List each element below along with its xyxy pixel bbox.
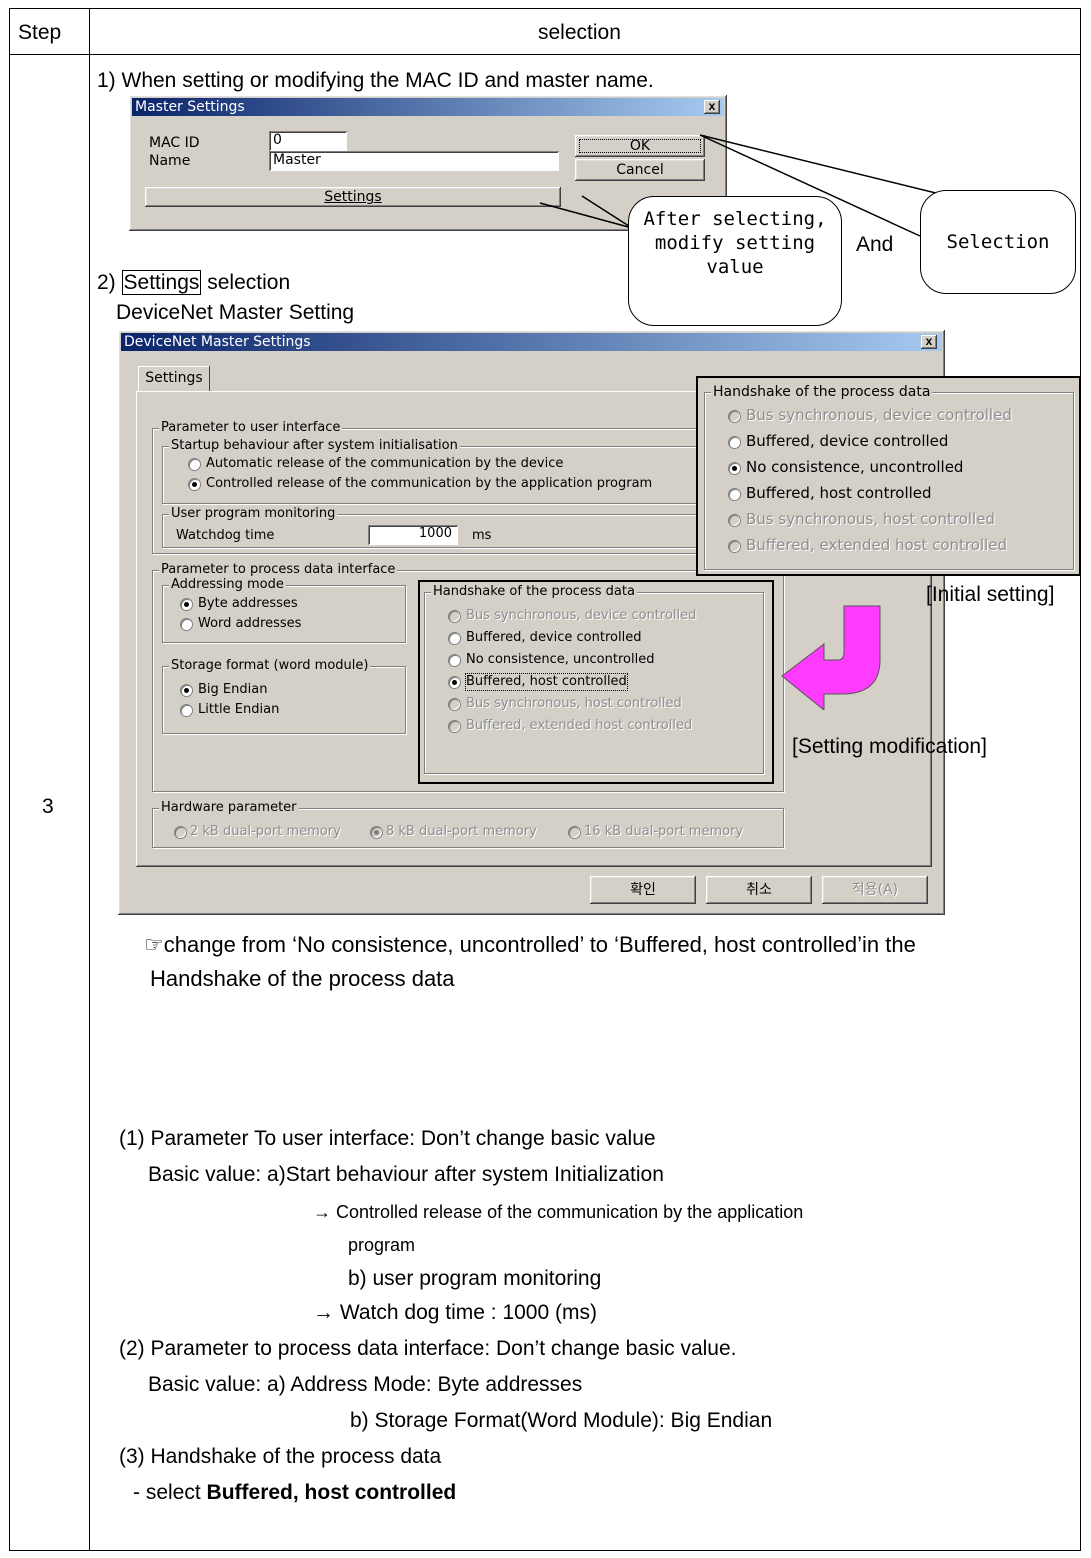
watchdog-input[interactable]: 1000 (368, 525, 458, 545)
group-hardware-title: Hardware parameter (159, 800, 299, 816)
note-p1b: → Controlled release of the communicatio… (313, 1202, 804, 1222)
handshake-option-3: No consistence, uncontrolled (466, 652, 655, 667)
startup-option-2: Controlled release of the communication … (206, 476, 653, 491)
initial-option-1: Bus synchronous, device controlled (746, 406, 1012, 424)
handshake-option-2: Buffered, device controlled (466, 630, 642, 645)
initial-option-5: Bus synchronous, host controlled (746, 510, 995, 528)
note-change-line1: ☞change from ‘No consistence, uncontroll… (144, 932, 916, 957)
hw-option-2: 8 kB dual-port memory (386, 824, 537, 839)
callout-selection: Selection (920, 190, 1076, 294)
storage-radio-2[interactable] (180, 704, 193, 717)
group-process-title: Parameter to process data interface (159, 562, 398, 578)
handshake-radio-3[interactable] (448, 654, 461, 667)
initial-radio-3 (728, 462, 741, 475)
hw-radio-1[interactable] (174, 826, 187, 839)
handshake-option-6: Buffered, extended host controlled (466, 718, 693, 733)
initial-radio-4 (728, 488, 741, 501)
group-addressing-title: Addressing mode (169, 577, 286, 593)
initial-handshake-title: Handshake of the process data (711, 384, 933, 400)
callout-modify: After selecting, modify setting value (628, 196, 842, 326)
note-p3a-bold: Buffered, host controlled (206, 1481, 457, 1504)
apply-button[interactable]: 적용(A) (822, 876, 928, 904)
note-p2a: Basic value: a) Address Mode: Byte addre… (148, 1373, 583, 1396)
label-setting-modification: [Setting modification] (792, 735, 987, 758)
watchdog-unit: ms (472, 528, 492, 543)
startup-radio-1[interactable] (188, 458, 201, 471)
tab-settings-label: Settings (145, 370, 203, 386)
group-user-interface-title: Parameter to user interface (159, 420, 343, 436)
addr-radio-1[interactable] (180, 598, 193, 611)
note-p1e: → Watch dog time : 1000 (ms) (313, 1301, 597, 1324)
startup-option-1: Automatic release of the communication b… (206, 456, 564, 471)
handshake-radio-1[interactable] (448, 610, 461, 623)
group-storage-title: Storage format (word module) (169, 658, 371, 674)
addr-radio-2[interactable] (180, 618, 193, 631)
handshake-radio-4[interactable] (448, 676, 461, 689)
note-p1c: program (348, 1235, 416, 1255)
note-p3a: - select Buffered, host controlled (133, 1480, 456, 1506)
hw-radio-3[interactable] (568, 826, 581, 839)
note-p2b: b) Storage Format(Word Module): Big Endi… (350, 1409, 773, 1432)
modification-arrow-icon (781, 605, 881, 710)
section2-heading-prefix: 2) (97, 271, 122, 294)
initial-radio-6 (728, 540, 741, 553)
note-p1a: Basic value: a)Start behaviour after sys… (148, 1163, 664, 1186)
initial-radio-5 (728, 514, 741, 527)
handshake-option-5: Bus synchronous, host controlled (466, 696, 682, 711)
initial-option-3: No consistence, uncontrolled (746, 458, 964, 476)
hw-radio-2[interactable] (370, 826, 383, 839)
initial-radio-2 (728, 436, 741, 449)
storage-option-1: Big Endian (198, 682, 268, 697)
group-monitoring-title: User program monitoring (169, 506, 338, 522)
note-p2: (2) Parameter to process data interface:… (119, 1337, 737, 1360)
group-handshake-title: Handshake of the process data (431, 584, 637, 600)
section2-heading-boxed: Settings (121, 270, 202, 295)
startup-radio-2[interactable] (188, 478, 201, 491)
group-addressing: Addressing mode (162, 577, 406, 643)
section2-heading-suffix: selection (201, 271, 291, 294)
note-p1d: b) user program monitoring (348, 1267, 602, 1290)
note-p1: (1) Parameter To user interface: Don’t c… (119, 1127, 656, 1150)
section2-heading: 2) Settings selection (97, 270, 290, 296)
confirm-button-label: 확인 (630, 882, 656, 898)
storage-option-2: Little Endian (198, 702, 280, 717)
tab-settings[interactable]: Settings (138, 366, 210, 392)
devicenet-titlebar: DeviceNet Master Settings (121, 333, 942, 351)
note-p3a-prefix: - select (133, 1481, 207, 1504)
hw-option-3: 16 kB dual-port memory (584, 824, 744, 839)
group-storage: Storage format (word module) (162, 658, 406, 734)
cancel-button-label: 취소 (746, 882, 772, 898)
section2-subheading: DeviceNet Master Setting (116, 301, 355, 324)
handshake-option-4: Buffered, host controlled (465, 673, 628, 691)
handshake-radio-2[interactable] (448, 632, 461, 645)
initial-setting-popup: Handshake of the process data Bus synchr… (696, 376, 1081, 576)
handshake-radio-6[interactable] (448, 720, 461, 733)
label-initial-setting: [Initial setting] (926, 583, 1055, 606)
cancel-button[interactable]: 취소 (706, 876, 812, 904)
addr-option-1: Byte addresses (198, 596, 298, 611)
group-startup: Startup behaviour after system initialis… (162, 438, 700, 504)
initial-radio-1 (728, 410, 741, 423)
initial-option-6: Buffered, extended host controlled (746, 536, 1008, 554)
pointer-settings (539, 195, 633, 229)
step-number: 3 (42, 795, 54, 818)
storage-radio-1[interactable] (180, 684, 193, 697)
apply-button-label: 적용(A) (851, 882, 899, 898)
confirm-button[interactable]: 확인 (590, 876, 696, 904)
handshake-option-1: Bus synchronous, device controlled (466, 608, 697, 623)
close-icon[interactable]: x (921, 335, 937, 349)
watchdog-label: Watchdog time (176, 528, 275, 543)
note-p3: (3) Handshake of the process data (119, 1445, 442, 1468)
addr-option-2: Word addresses (198, 616, 302, 631)
callout-and: And (856, 233, 894, 256)
initial-option-2: Buffered, device controlled (746, 432, 949, 450)
table-border-bottom (9, 1550, 1081, 1551)
handshake-radio-5[interactable] (448, 698, 461, 711)
note-change-line2: Handshake of the process data (150, 966, 455, 991)
pointer-ok-upper (699, 134, 949, 197)
initial-option-4: Buffered, host controlled (746, 484, 932, 502)
group-startup-title: Startup behaviour after system initialis… (169, 438, 460, 454)
hw-option-1: 2 kB dual-port memory (190, 824, 341, 839)
